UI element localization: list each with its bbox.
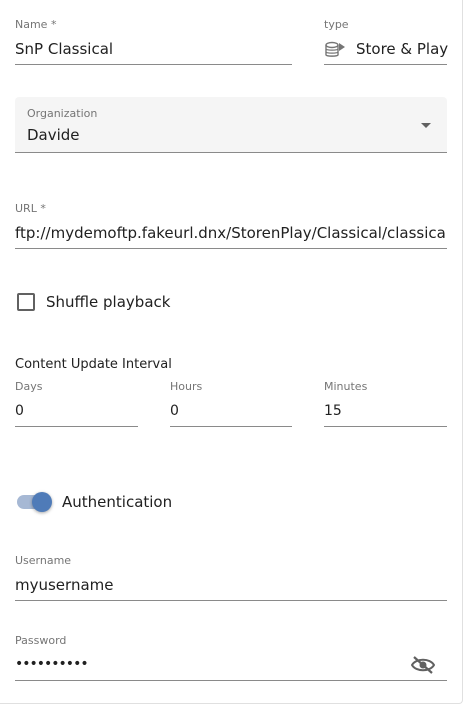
hours-underline: [170, 426, 292, 427]
store-play-icon: [325, 40, 345, 64]
organization-select[interactable]: Organization Davide: [15, 97, 447, 152]
authentication-toggle[interactable]: [15, 490, 55, 514]
hours-label: Hours: [170, 380, 203, 393]
type-value: Store & Play: [356, 40, 449, 58]
toggle-thumb: [32, 492, 52, 512]
url-input[interactable]: ftp://mydemoftp.fakeurl.dnx/StorenPlay/C…: [15, 224, 447, 242]
days-underline: [15, 426, 138, 427]
hours-input[interactable]: 0: [170, 403, 291, 419]
name-label: Name *: [15, 18, 57, 31]
organization-label: Organization: [27, 107, 98, 120]
minutes-underline: [324, 426, 447, 427]
url-underline: [15, 248, 447, 249]
minutes-label: Minutes: [324, 380, 368, 393]
password-input[interactable]: ••••••••••: [15, 656, 395, 672]
chevron-down-icon[interactable]: [421, 123, 431, 128]
organization-underline: [15, 152, 447, 153]
type-underline: [324, 64, 447, 65]
shuffle-checkbox[interactable]: [17, 293, 35, 311]
shuffle-label[interactable]: Shuffle playback: [46, 293, 170, 311]
password-underline: [15, 680, 447, 681]
days-label: Days: [15, 380, 43, 393]
name-input[interactable]: SnP Classical: [15, 40, 291, 58]
username-label: Username: [15, 554, 72, 567]
authentication-label[interactable]: Authentication: [62, 493, 172, 511]
type-label: type: [324, 18, 349, 31]
username-underline: [15, 600, 447, 601]
organization-value: Davide: [27, 126, 80, 144]
days-input[interactable]: 0: [15, 403, 137, 419]
content-update-title: Content Update Interval: [15, 357, 172, 372]
eye-off-icon[interactable]: [410, 655, 436, 679]
password-label: Password: [15, 634, 67, 647]
name-underline: [15, 64, 292, 65]
username-input[interactable]: myusername: [15, 576, 447, 594]
minutes-input[interactable]: 15: [324, 403, 446, 419]
type-select[interactable]: Store & Play: [324, 38, 449, 64]
url-label: URL *: [15, 202, 46, 215]
